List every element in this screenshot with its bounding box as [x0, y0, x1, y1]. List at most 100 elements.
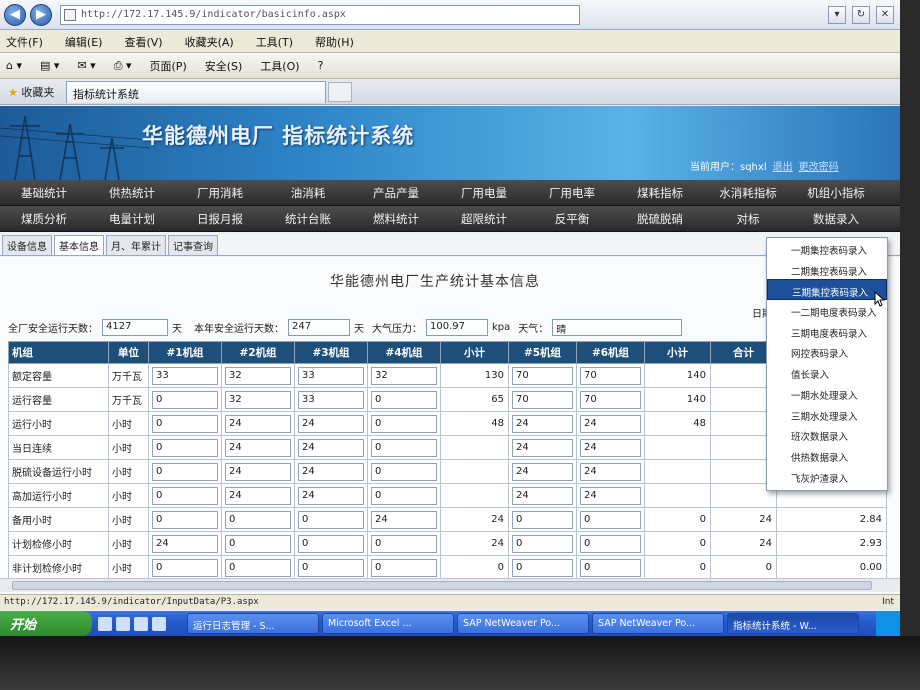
menu-view[interactable]: 查看(V): [124, 34, 162, 50]
nav-item[interactable]: 厂用消耗: [176, 185, 264, 201]
value-input[interactable]: 0: [298, 558, 364, 577]
desktop-icon[interactable]: [116, 616, 130, 631]
nav-item[interactable]: 油消耗: [264, 185, 352, 201]
value-input[interactable]: 0: [225, 534, 291, 553]
menu-favorites[interactable]: 收藏夹(A): [185, 34, 234, 50]
dropdown-item[interactable]: 一二期电度表码录入: [767, 300, 887, 321]
taskbar-button[interactable]: SAP NetWeaver Po...: [457, 613, 589, 634]
value-input[interactable]: 0: [512, 534, 573, 553]
menu-tools[interactable]: 工具(T): [256, 34, 293, 50]
value-input[interactable]: 24: [298, 438, 364, 457]
nav-item[interactable]: 日报月报: [176, 211, 264, 227]
value-input[interactable]: 24: [512, 414, 573, 433]
tab-cumulative[interactable]: 月、年累计: [106, 235, 166, 255]
value-input[interactable]: 0: [371, 486, 437, 505]
value-input[interactable]: 0: [580, 534, 641, 553]
dropdown-item[interactable]: 班次数据录入: [767, 424, 887, 445]
taskbar-button[interactable]: SAP NetWeaver Po...: [592, 613, 724, 634]
value-input[interactable]: 24: [580, 438, 641, 457]
tab-basic-info[interactable]: 基本信息: [54, 235, 104, 255]
feeds-icon[interactable]: ▤ ▾: [40, 59, 59, 72]
scrollbar-thumb[interactable]: [12, 581, 872, 590]
taskbar-button[interactable]: 指标统计系统 - W...: [727, 613, 859, 634]
dropdown-item[interactable]: 飞灰炉渣录入: [767, 466, 887, 487]
home-icon[interactable]: ⌂ ▾: [6, 59, 22, 72]
nav-item[interactable]: 反平衡: [528, 211, 616, 227]
mail-icon[interactable]: ✉ ▾: [77, 59, 95, 72]
new-tab-button[interactable]: [328, 81, 352, 102]
refresh-icon[interactable]: ↻: [852, 5, 870, 24]
weather-field[interactable]: 晴: [552, 318, 683, 336]
dropdown-item[interactable]: 二期集控表码录入: [767, 259, 887, 280]
explorer-icon[interactable]: [134, 616, 148, 631]
tab-notes-query[interactable]: 记事查询: [168, 235, 218, 255]
value-input[interactable]: 33: [152, 366, 218, 385]
dropdown-item[interactable]: 一期水处理录入: [767, 383, 887, 404]
nav-item[interactable]: 供热统计: [88, 185, 176, 201]
pressure-field[interactable]: 100.97: [426, 318, 488, 336]
command-page[interactable]: 页面(P): [150, 58, 187, 74]
value-input[interactable]: 70: [512, 390, 573, 409]
value-input[interactable]: 24: [225, 414, 291, 433]
address-input[interactable]: http://172.17.145.9/indicator/basicinfo.…: [60, 4, 580, 25]
value-input[interactable]: 70: [580, 366, 641, 385]
value-input[interactable]: 24: [225, 462, 291, 481]
ie-icon[interactable]: [98, 616, 112, 631]
dropdown-item[interactable]: 三期电度表码录入: [767, 321, 887, 342]
value-input[interactable]: 0: [371, 438, 437, 457]
value-input[interactable]: 0: [152, 486, 218, 505]
forward-icon[interactable]: ▶: [30, 3, 52, 26]
value-input[interactable]: 24: [371, 510, 437, 529]
nav-item[interactable]: 厂用电量: [440, 185, 528, 201]
value-input[interactable]: 0: [225, 510, 291, 529]
dropdown-item[interactable]: 供热数据录入: [767, 445, 887, 466]
value-input[interactable]: 0: [371, 462, 437, 481]
favorites-button[interactable]: ★ 收藏夹: [0, 84, 62, 100]
logout-link[interactable]: 退出: [773, 162, 793, 173]
value-input[interactable]: 0: [152, 414, 218, 433]
nav-item[interactable]: 超限统计: [440, 211, 528, 227]
value-input[interactable]: 24: [225, 486, 291, 505]
dropdown-icon[interactable]: ▾: [828, 5, 846, 24]
tab-equipment-info[interactable]: 设备信息: [2, 235, 52, 255]
value-input[interactable]: 0: [580, 510, 641, 529]
nav-item[interactable]: 机组小指标: [792, 185, 880, 201]
taskbar-button[interactable]: Microsoft Excel ...: [322, 613, 454, 634]
browser-tab[interactable]: 指标统计系统: [66, 80, 326, 103]
nav-item[interactable]: 电量计划: [88, 211, 176, 227]
value-input[interactable]: 70: [580, 390, 641, 409]
value-input[interactable]: 24: [298, 462, 364, 481]
print-icon[interactable]: ⎙ ▾: [114, 59, 132, 73]
value-input[interactable]: 0: [298, 534, 364, 553]
value-input[interactable]: 0: [371, 414, 437, 433]
value-input[interactable]: 32: [371, 366, 437, 385]
dropdown-item[interactable]: 一期集控表码录入: [767, 238, 887, 259]
value-input[interactable]: 24: [512, 486, 573, 505]
change-password-link[interactable]: 更改密码: [799, 162, 839, 173]
value-input[interactable]: 0: [152, 510, 218, 529]
dropdown-item[interactable]: 三期集控表码录入: [767, 279, 887, 301]
command-tools[interactable]: 工具(O): [260, 58, 299, 74]
value-input[interactable]: 33: [298, 366, 364, 385]
nav-item[interactable]: 对标: [704, 211, 792, 227]
nav-item[interactable]: 基础统计: [0, 185, 88, 201]
nav-item[interactable]: 煤耗指标: [616, 185, 704, 201]
value-input[interactable]: 32: [225, 390, 291, 409]
value-input[interactable]: 24: [152, 534, 218, 553]
value-input[interactable]: 24: [298, 414, 364, 433]
value-input[interactable]: 32: [225, 366, 291, 385]
value-input[interactable]: 24: [512, 438, 573, 457]
nav-item[interactable]: 产品产量: [352, 185, 440, 201]
menu-file[interactable]: 文件(F): [6, 34, 43, 50]
nav-item[interactable]: 厂用电率: [528, 185, 616, 201]
value-input[interactable]: 24: [580, 462, 641, 481]
value-input[interactable]: 0: [152, 438, 218, 457]
value-input[interactable]: 0: [152, 558, 218, 577]
dropdown-item[interactable]: 网控表码录入: [767, 341, 887, 362]
nav-item[interactable]: 统计台账: [264, 211, 352, 227]
dropdown-item[interactable]: 三期水处理录入: [767, 404, 887, 425]
menu-help[interactable]: 帮助(H): [315, 34, 354, 50]
nav-item[interactable]: 煤质分析: [0, 211, 88, 227]
value-input[interactable]: 24: [580, 414, 641, 433]
value-input[interactable]: 0: [152, 462, 218, 481]
